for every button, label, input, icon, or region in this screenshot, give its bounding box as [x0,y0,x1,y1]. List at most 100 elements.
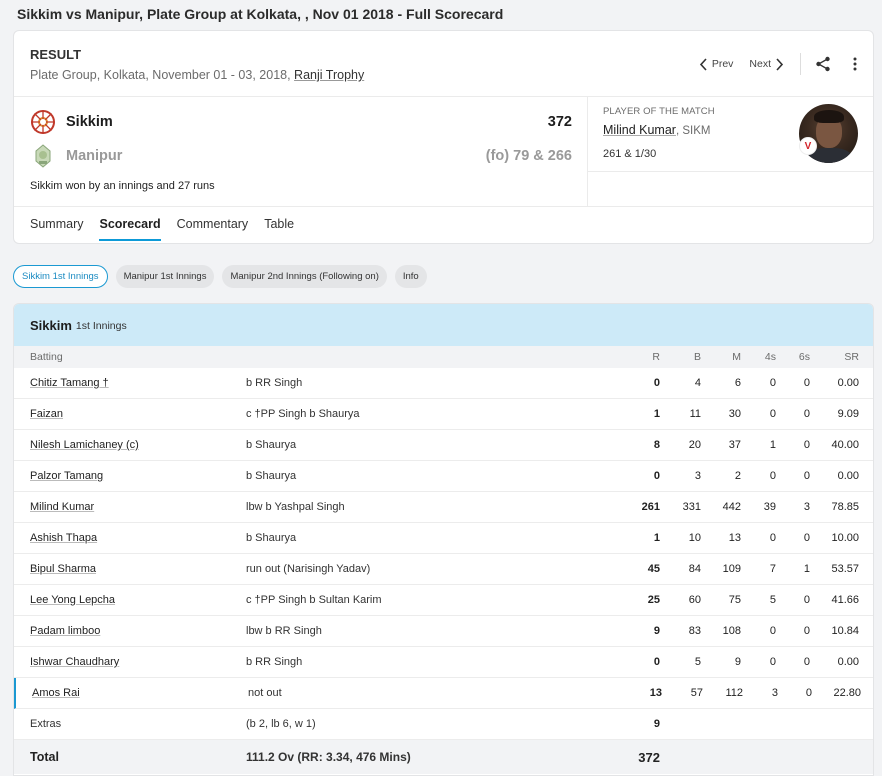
sixes: 0 [803,377,810,389]
potm-team: , SIKM [675,125,711,137]
batter-rows: Chitiz Tamang † b RR Singh 0 4 6 0 0 0.00 Faizan… [14,368,873,709]
strike-rate: 9.09 [837,408,859,420]
innings-label: 1st Innings [75,320,127,332]
sixes: 0 [803,594,810,606]
batter-name: Chitiz Tamang † [30,368,109,398]
batter-link[interactable]: Ishwar Chaudhary [30,656,119,668]
share-icon[interactable] [815,56,831,72]
table-row: Nilesh Lamichaney (c) b Shaurya 8 20 37 1 0 40.… [14,430,873,461]
dismissal: b Shaurya [246,439,297,451]
total-detail: 111.2 Ov (RR: 3.34, 476 Mins) [246,750,411,764]
team-row-sikkim: Sikkim 372 [30,109,572,135]
follow-on-marker: (fo) [485,148,514,164]
team-score: (fo) 79 & 266 [486,148,572,164]
team-name: Sikkim [66,114,113,130]
batter-link[interactable]: Milind Kumar [30,501,94,513]
sixes: 0 [803,625,810,637]
batter-link[interactable]: Palzor Tamang [30,470,103,482]
sixes: 0 [803,408,810,420]
pill-manipur-2nd-innings[interactable]: Manipur 2nd Innings (Following on) [222,265,387,288]
match-info-text: Plate Group, Kolkata, November 01 - 03, … [30,68,295,82]
batter-link[interactable]: Amos Rai [32,687,80,699]
strike-rate: 22.80 [833,687,861,699]
batter-link[interactable]: Lee Yong Lepcha [30,594,115,606]
dismissal: c †PP Singh b Sultan Karim [246,594,382,606]
trophy-link[interactable]: Ranji Trophy [294,68,364,82]
strike-rate: 40.00 [831,439,859,451]
manipur-logo [30,143,56,169]
tab-commentary[interactable]: Commentary [177,217,249,241]
chevron-right-icon [775,57,784,71]
team-score: 372 [548,114,572,130]
strike-rate: 10.84 [831,625,859,637]
pill-info[interactable]: Info [394,265,427,288]
dismissal: not out [248,687,282,699]
batter-link[interactable]: Ashish Thapa [30,532,97,544]
match-info: Plate Group, Kolkata, November 01 - 03, … [30,68,364,82]
sixes: 0 [803,439,810,451]
tab-scorecard[interactable]: Scorecard [99,217,161,241]
prev-button[interactable]: Prev [699,57,734,71]
more-vertical-icon[interactable] [853,57,857,71]
dismissal: c †PP Singh b Shaurya [246,408,360,420]
innings-pills: Sikkim 1st Innings Manipur 1st Innings M… [13,265,427,288]
batter-link[interactable]: Faizan [30,408,63,420]
batter-name: Faizan [30,399,63,429]
table-row: Padam limboo lbw b RR Singh 9 83 108 0 0 10.84 [14,616,873,647]
table-row: Faizan c †PP Singh b Shaurya 1 11 30 0 0 9.09 [14,399,873,430]
prev-label: Prev [711,58,734,70]
tab-table[interactable]: Table [264,217,294,241]
batter-link[interactable]: Bipul Sharma [30,563,96,575]
table-row: Chitiz Tamang † b RR Singh 0 4 6 0 0 0.00 [14,368,873,399]
table-header: Batting R B M 4s 6s SR [14,346,873,368]
batter-name: Nilesh Lamichaney (c) [30,430,139,460]
dismissal: b RR Singh [246,656,303,668]
chevron-left-icon [699,57,708,71]
potm-player: Milind Kumar, SIKM [603,123,710,137]
batter-link[interactable]: Nilesh Lamichaney (c) [30,439,139,451]
batter-name: Palzor Tamang [30,461,103,491]
tab-summary[interactable]: Summary [30,217,83,241]
next-button[interactable]: Next [749,57,784,71]
strike-rate: 0.00 [837,656,859,668]
strike-rate: 10.00 [831,532,859,544]
page-title: Sikkim vs Manipur, Plate Group at Kolkat… [17,6,504,22]
strike-rate: 41.66 [831,594,859,606]
team-name: Manipur [66,148,123,164]
dismissal: b RR Singh [246,377,303,389]
col-strike-rate: SR [844,351,859,363]
table-row: Ishwar Chaudhary b RR Singh 0 5 9 0 0 0.00 [14,647,873,678]
match-header-card: RESULT Plate Group, Kolkata, November 01… [13,30,874,244]
sixes: 1 [803,563,810,575]
dismissal: lbw b RR Singh [246,625,322,637]
total-label: Total [30,750,59,764]
potm-label: PLAYER OF THE MATCH [603,106,715,117]
batter-link[interactable]: Chitiz Tamang † [30,377,109,389]
match-tabs: Summary Scorecard Commentary Table [30,217,294,241]
match-nav: Prev Next [699,53,857,75]
extras-label: Extras [30,718,62,730]
pill-sikkim-1st-innings[interactable]: Sikkim 1st Innings [13,265,108,288]
batter-name: Bipul Sharma [30,554,96,584]
nav-divider [800,53,801,75]
batter-name: Padam limboo [30,616,100,646]
potm-player-link[interactable]: Milind Kumar [603,123,676,137]
extras-row: Extras (b 2, lb 6, w 1) 9 [14,709,873,740]
dismissal: b Shaurya [246,470,297,482]
divider [587,97,588,206]
strike-rate: 78.85 [831,501,859,513]
team-score-value: 79 & 266 [513,148,572,164]
extras-value: 9 [653,718,660,730]
sikkim-logo [30,109,56,135]
table-row: Lee Yong Lepcha c †PP Singh b Sultan Kari… [14,585,873,616]
pill-manipur-1st-innings[interactable]: Manipur 1st Innings [115,265,215,288]
batter-link[interactable]: Padam limboo [30,625,100,637]
dismissal: b Shaurya [246,532,297,544]
dismissal: lbw b Yashpal Singh [246,501,345,513]
sixes: 3 [803,501,810,513]
strike-rate: 53.57 [831,563,859,575]
col-sixes: 6s [798,351,810,363]
dismissal: run out (Narisingh Yadav) [246,563,371,575]
total-row: Total 111.2 Ov (RR: 3.34, 476 Mins) 372 [14,740,873,774]
table-row: Bipul Sharma run out (Narisingh Yadav) 45 8… [14,554,873,585]
